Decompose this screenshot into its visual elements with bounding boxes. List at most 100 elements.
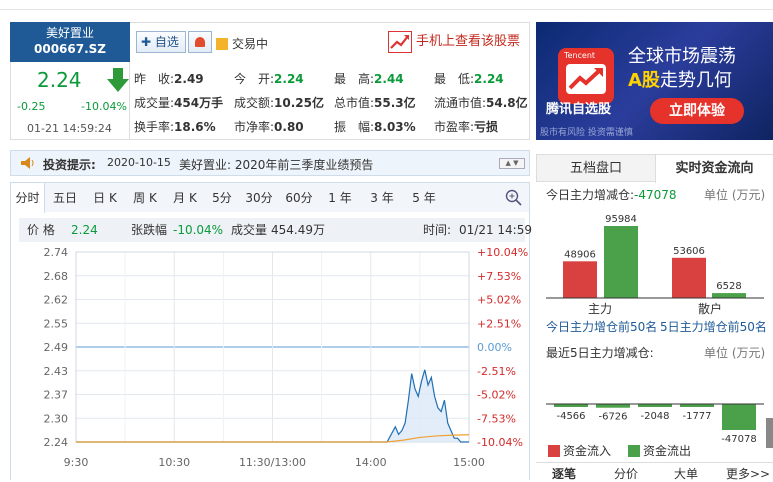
quote-item: 市净率:0.80	[234, 118, 304, 135]
bottom-tabs: 逐笔 分价 大单 更多>>	[536, 462, 773, 482]
tab-price-dist[interactable]: 分价	[614, 465, 638, 482]
period-tab[interactable]: 5 年	[403, 183, 445, 213]
quote-value: 2.24	[474, 72, 504, 86]
quote-value: 0.80	[274, 120, 304, 134]
tab-order-book[interactable]: 五档盘口	[537, 155, 655, 182]
quote-item: 换手率:18.6%	[134, 118, 216, 135]
five-day-bar	[596, 404, 630, 408]
quote-label: 最 高:	[334, 72, 375, 86]
period-tab[interactable]: 周 K	[125, 183, 165, 213]
y-tick-label-pct: -2.51%	[477, 365, 516, 378]
notice-date: 2020-10-15	[107, 156, 171, 169]
promo-line1: 全球市场震荡	[628, 46, 736, 67]
quote-item: 总市值:55.3亿	[334, 94, 416, 111]
stock-name: 美好置业	[45, 26, 94, 40]
quote-label: 总市值:	[334, 96, 375, 110]
five-day-bar	[722, 404, 756, 430]
period-tabs: 分时 五日日 K周 K月 K 5分 30分 60分 1 年3 年5 年	[10, 182, 530, 213]
quote-value: 10.25亿	[274, 96, 325, 110]
five-day-bar-label: -47078	[721, 434, 756, 445]
tab-tick[interactable]: 逐笔	[552, 465, 576, 482]
top50-5day-link[interactable]: 5日主力增仓前50名	[660, 318, 767, 335]
promo-app-name: 腾讯自选股	[546, 102, 612, 117]
quote-value: 2.49	[174, 72, 204, 86]
price-change-pct: -10.04%	[81, 100, 127, 113]
y-tick-label: 2.68	[44, 270, 69, 283]
quote-item: 市盈率:亏损	[434, 118, 498, 135]
quote-grid: 昨 收:2.49 今 开:2.24 最 高:2.44 最 低:2.24 成交量:454万…	[130, 62, 530, 140]
status-icon	[216, 38, 228, 50]
zoom-in-icon[interactable]	[505, 189, 523, 207]
flow-bar-label: 53606	[673, 246, 705, 257]
stock-code: 000667.SZ	[34, 42, 106, 56]
quote-item: 成交额:10.25亿	[234, 94, 324, 111]
legend-out-swatch	[628, 445, 640, 457]
five-day-bar-label: -2048	[640, 411, 669, 422]
app-logo-icon: Tencent	[558, 48, 614, 104]
add-watchlist-label: 自选	[154, 35, 179, 49]
group-main: 主力	[588, 302, 613, 316]
period-tab[interactable]: 日 K	[85, 183, 125, 213]
alarm-button[interactable]	[188, 31, 212, 53]
quote-label: 今 开:	[234, 72, 275, 86]
legend-in: 资金流入	[548, 442, 611, 459]
period-tab[interactable]: 3 年	[361, 183, 403, 213]
quote-time: 01-21 14:59:24	[27, 122, 112, 135]
period-tab[interactable]: 60分	[279, 183, 319, 213]
y-tick-label: 2.62	[44, 294, 69, 307]
top50-today-link[interactable]: 今日主力增仓前50名	[546, 318, 657, 335]
quote-value: 2.24	[274, 72, 304, 86]
flow-bar	[604, 226, 638, 298]
mobile-view-link[interactable]: 手机上查看该股票	[388, 29, 520, 55]
chart-area: 价 格 2.24 张跌幅 -10.04% 成交量 454.49万 时间: 01/…	[10, 212, 532, 480]
quote-item: 流通市值:54.8亿	[434, 94, 528, 111]
promo-line2-rest: 走势几何	[659, 70, 732, 91]
legend-in-swatch	[548, 445, 560, 457]
quote-item: 最 低:2.24	[434, 70, 504, 87]
quote-item: 最 高:2.44	[334, 70, 404, 87]
quote-label: 换手率:	[134, 120, 175, 134]
promo-highlight: A股	[628, 70, 660, 91]
y-tick-label-pct: +2.51%	[477, 317, 521, 330]
promo-cta-button[interactable]: 立即体验	[650, 98, 744, 124]
y-tick-label-pct: +7.53%	[477, 270, 521, 283]
period-tab[interactable]: 五日	[45, 183, 85, 213]
period-tab[interactable]: 月 K	[165, 183, 205, 213]
scrollbar[interactable]	[766, 418, 773, 448]
promo-line2: A股走势几何	[628, 66, 732, 92]
y-tick-label: 2.37	[44, 389, 69, 402]
intraday-chart[interactable]: 2.74 +10.04% 2.68 +7.53% 2.62 +5.02% 2.55 +2.51…	[11, 212, 531, 480]
period-tab[interactable]: 5分	[205, 183, 239, 213]
legend-out-label: 资金流出	[643, 444, 692, 458]
action-bar: ✚ 自选 交易中 手机上查看该股票	[130, 22, 530, 62]
y-tick-label-pct: -7.53%	[477, 412, 516, 425]
five-day-label: 最近5日主力增减仓:	[546, 346, 654, 360]
notice-nav-button[interactable]: ▲ ▼	[499, 158, 525, 169]
quote-value: 8.03%	[374, 120, 416, 134]
period-tab[interactable]: 分时	[11, 183, 45, 213]
quote-value: 54.8亿	[486, 96, 528, 110]
tab-big-orders[interactable]: 大单	[674, 465, 698, 482]
mobile-view-label: 手机上查看该股票	[416, 34, 521, 49]
fund-flow-panel: 今日主力增减仓:-47078 单位 (万元) 48906 95984 53606 65…	[536, 182, 773, 480]
add-watchlist-button[interactable]: ✚ 自选	[136, 31, 186, 53]
period-tab[interactable]: 1 年	[319, 183, 361, 213]
flow-bar	[712, 293, 746, 298]
flow-bar	[672, 257, 706, 298]
tab-fund-flow[interactable]: 实时资金流向	[655, 155, 773, 183]
five-day-bar-label: -4566	[556, 411, 585, 422]
y-tick-label: 2.24	[44, 436, 69, 449]
y-tick-label: 2.43	[44, 365, 69, 378]
promo-disclaimer: 股市有风险 投资需谨慎	[540, 128, 633, 138]
flow-bar-label: 48906	[564, 249, 596, 260]
x-tick-label: 14:00	[355, 456, 387, 469]
promo-banner[interactable]: Tencent 全球市场震荡 A股走势几何 腾讯自选股 立即体验 股市有风险 投…	[536, 22, 773, 140]
period-tab[interactable]: 30分	[239, 183, 279, 213]
tab-more[interactable]: 更多>>	[726, 465, 770, 482]
quote-label: 成交额:	[234, 96, 275, 110]
price-box: 2.24 -0.25 -10.04% 01-21 14:59:24	[10, 62, 130, 140]
x-tick-label: 11:30/13:00	[239, 456, 306, 469]
y-tick-label-pct: -5.02%	[477, 389, 516, 402]
notice-text[interactable]: 美好置业: 2020年前三季度业绩预告	[179, 156, 373, 173]
plus-icon: ✚	[141, 35, 152, 49]
